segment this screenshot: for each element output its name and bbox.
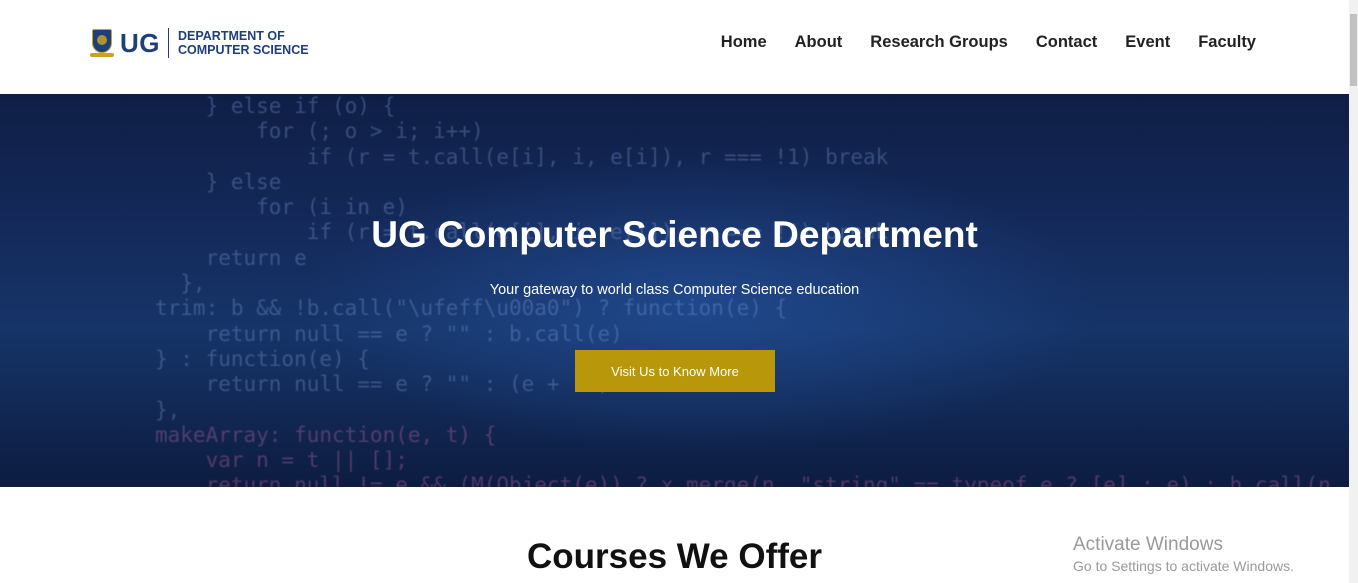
nav-about[interactable]: About xyxy=(795,33,843,52)
site-header: UG DEPARTMENT OF COMPUTER SCIENCE Home A… xyxy=(0,0,1349,94)
nav-event[interactable]: Event xyxy=(1125,33,1170,52)
hero-subtitle: Your gateway to world class Computer Sci… xyxy=(489,282,860,298)
visit-us-button[interactable]: Visit Us to Know More xyxy=(575,350,775,392)
hero-code-line: } else if (o) { xyxy=(155,94,396,118)
watermark-line-2: Go to Settings to activate Windows. xyxy=(1073,558,1294,574)
watermark-line-1: Activate Windows xyxy=(1073,534,1223,555)
hero-banner: } else if (o) { for (; o > i; i++) if (r… xyxy=(0,94,1349,487)
hero-code-line: return null != e && (M(Object(e)) ? x.me… xyxy=(155,473,1349,487)
hero-code-line: return null == e ? "" : b.call(e) xyxy=(155,321,623,346)
hero-code-line: if (r = t.call(e[i], i, e[i]), r === !1)… xyxy=(155,144,889,169)
logo-department-name: DEPARTMENT OF COMPUTER SCIENCE xyxy=(178,29,309,57)
main-nav: Home About Research Groups Contact Event… xyxy=(721,33,1256,52)
hero-code-line: makeArray: function(e, t) { xyxy=(155,422,497,447)
nav-home[interactable]: Home xyxy=(721,33,767,52)
logo-line-1: DEPARTMENT OF xyxy=(178,29,285,43)
logo-line-2: COMPUTER SCIENCE xyxy=(178,43,309,57)
hero-code-line: var n = t || []; xyxy=(155,448,408,473)
hero-code-line: trim: b && !b.call("\ufeff\u00a0") ? fun… xyxy=(155,296,788,321)
logo-ug-text: UG xyxy=(120,27,160,58)
hero-code-line: for (; o > i; i++) xyxy=(155,119,484,144)
page-scrollbar[interactable] xyxy=(1349,0,1358,583)
scrollbar-thumb[interactable] xyxy=(1350,14,1357,86)
activate-windows-watermark: Activate Windows Go to Settings to activ… xyxy=(1073,534,1294,574)
nav-research-groups[interactable]: Research Groups xyxy=(870,33,1008,52)
logo-divider xyxy=(168,28,169,58)
site-logo[interactable]: UG DEPARTMENT OF COMPUTER SCIENCE xyxy=(90,26,309,60)
nav-contact[interactable]: Contact xyxy=(1036,33,1097,52)
hero-code-line: }, xyxy=(155,397,181,422)
hero-code-line: } else xyxy=(155,169,282,194)
hero-title: UG Computer Science Department xyxy=(371,214,978,255)
nav-faculty[interactable]: Faculty xyxy=(1198,33,1256,52)
university-crest-icon xyxy=(90,27,114,59)
